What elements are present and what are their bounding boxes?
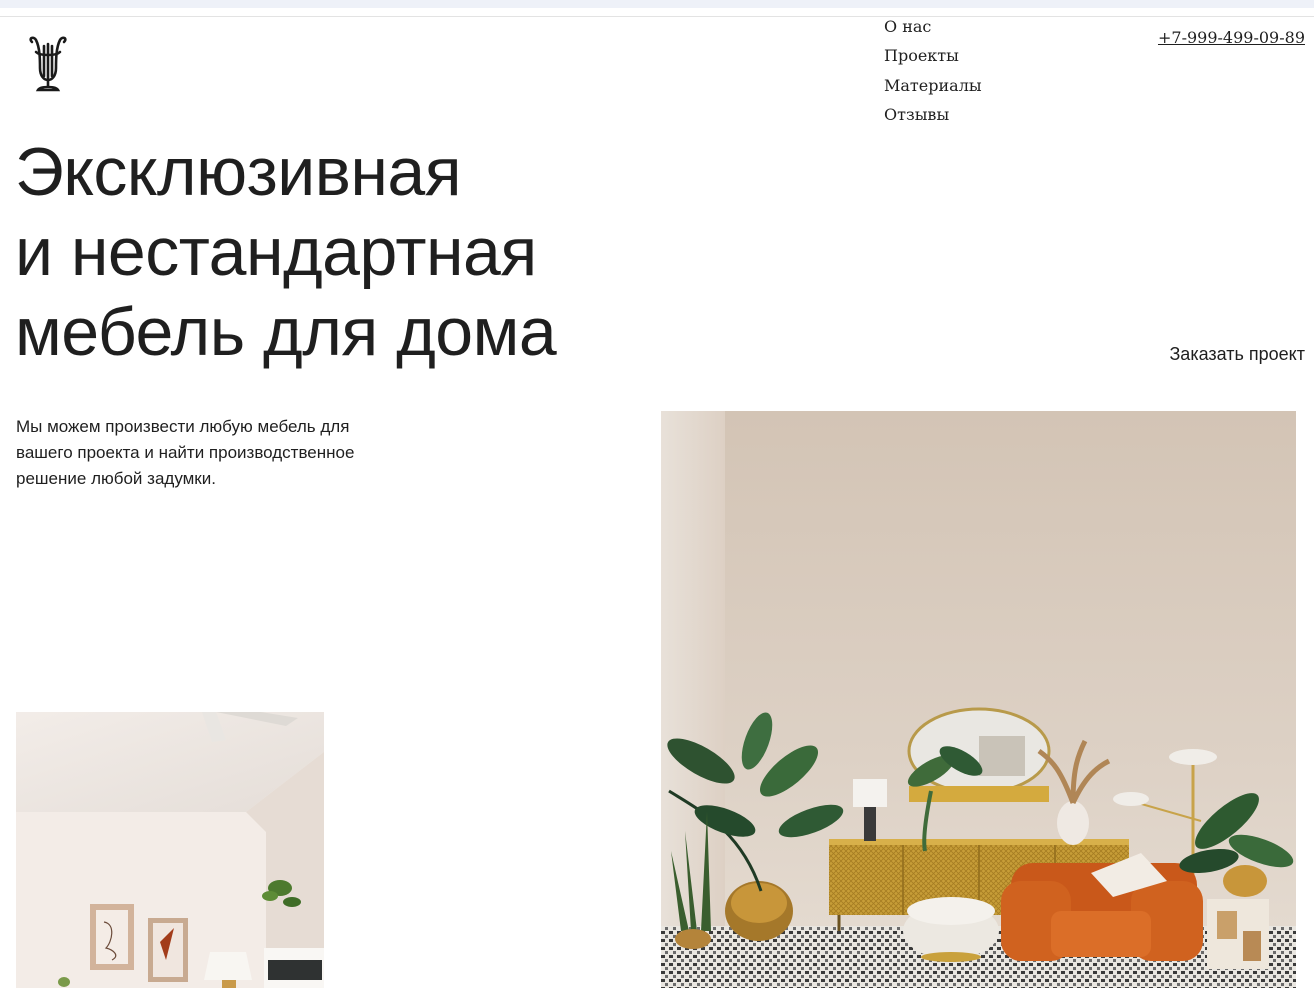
hero-title-line: Эксклюзивная [15, 134, 462, 210]
hero-title-line: мебель для дома [15, 294, 557, 370]
white-room-photo [16, 712, 324, 988]
nav-about[interactable]: О нас [884, 16, 982, 45]
hero-description-line: Мы можем произвести любую мебель для [16, 417, 350, 436]
browser-top-strip [0, 0, 1314, 8]
hero-description-line: вашего проекта и найти производственное [16, 443, 355, 462]
order-project-link[interactable]: Заказать проект [1169, 344, 1305, 365]
hero-description-line: решение любой задумки. [16, 469, 216, 488]
hero-description: Мы можем произвести любую мебель для ваш… [16, 414, 416, 492]
hero-title-line: и нестандартная [15, 214, 537, 290]
lyre-icon[interactable] [26, 34, 70, 94]
phone-link[interactable]: +7-999-499-09-89 [1158, 28, 1305, 47]
main-nav: О нас Проекты Материалы Отзывы [884, 16, 982, 134]
header-divider [0, 16, 1314, 17]
nav-projects[interactable]: Проекты [884, 45, 982, 74]
nav-materials[interactable]: Материалы [884, 75, 982, 104]
nav-reviews[interactable]: Отзывы [884, 104, 982, 133]
hero-title: Эксклюзивная и нестандартная мебель для … [15, 132, 557, 372]
living-room-photo [661, 411, 1296, 988]
